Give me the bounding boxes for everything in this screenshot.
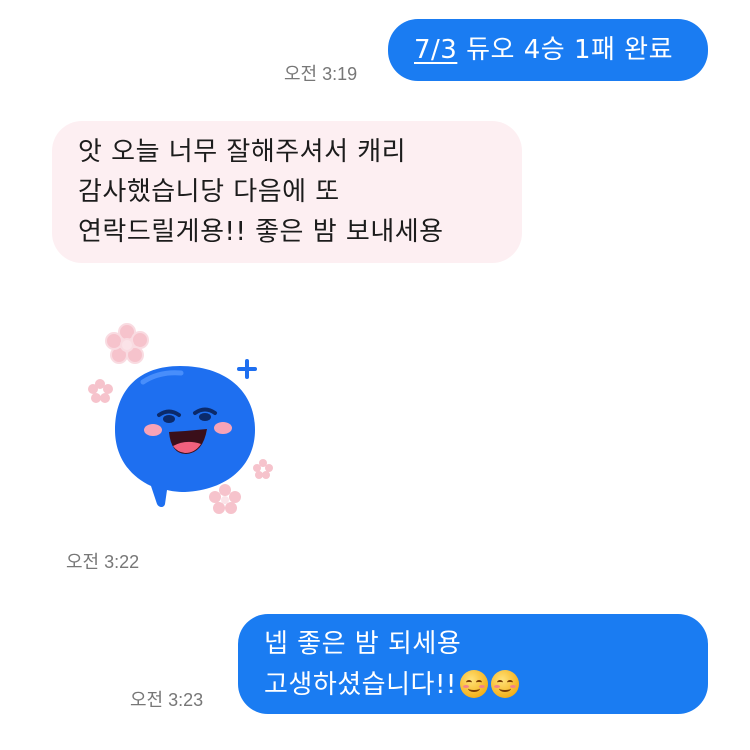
- smiling-face-with-blush-icon: [490, 670, 519, 698]
- flower-decoration-icon: [209, 484, 241, 514]
- date-link[interactable]: 7/3: [414, 35, 457, 65]
- plus-sparkle-icon: [237, 359, 257, 379]
- flower-decoration-icon: [88, 379, 113, 403]
- outgoing-message-bubble[interactable]: 7/3 듀오 4승 1패 완료: [388, 19, 708, 81]
- message-text-line: 연락드릴게용!! 좋은 밤 보내세용: [78, 217, 444, 247]
- message-text-line: 넵 좋은 밤 되세용: [264, 629, 462, 659]
- flower-decoration-icon: [253, 459, 273, 479]
- sticker[interactable]: [85, 318, 285, 528]
- message-text: 듀오 4승 1패 완료: [457, 35, 674, 65]
- blue-smiling-chat-bubble-sticker-icon: [88, 323, 273, 514]
- message-text-line: 감사했습니당 다음에 또: [78, 177, 340, 207]
- message-text-line: 고생하셨습니다!!: [264, 670, 457, 700]
- incoming-message-bubble[interactable]: 앗 오늘 너무 잘해주셔서 캐리 감사했습니당 다음에 또 연락드릴게용!! 좋…: [52, 121, 522, 263]
- message-text-line: 앗 오늘 너무 잘해주셔서 캐리: [78, 137, 407, 167]
- outgoing-message-bubble[interactable]: 넵 좋은 밤 되세용 고생하셨습니다!!: [238, 614, 708, 714]
- message-timestamp: 오전 3:22: [66, 552, 140, 572]
- message-timestamp: 오전 3:23: [130, 690, 204, 710]
- message-timestamp: 오전 3:19: [284, 64, 358, 84]
- flower-decoration-icon: [105, 323, 149, 364]
- smiling-face-with-blush-icon: [459, 670, 488, 698]
